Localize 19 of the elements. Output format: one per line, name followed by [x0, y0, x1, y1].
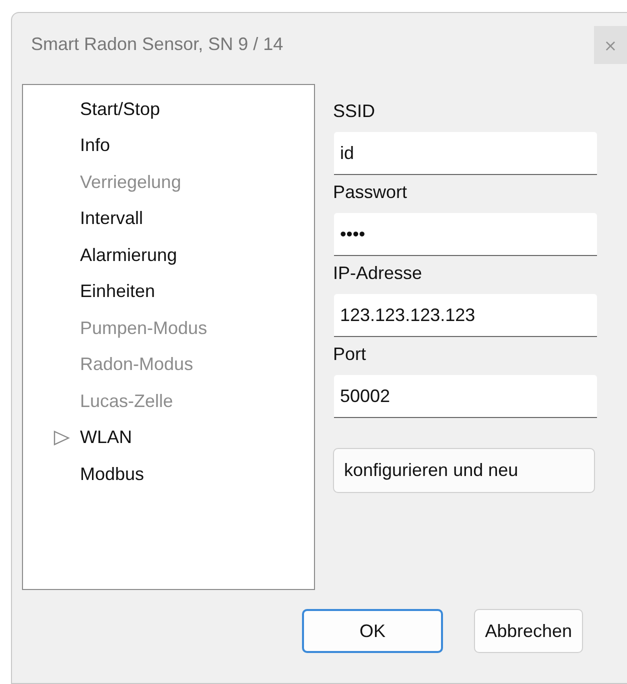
field-label: Port [333, 343, 368, 366]
ok-button[interactable]: OK [302, 609, 443, 653]
list-item[interactable]: Info [80, 135, 110, 156]
input-field[interactable]: id [334, 132, 597, 175]
field-label: SSID [333, 100, 376, 123]
list-item[interactable]: Alarmierung [80, 244, 178, 266]
input-field[interactable]: 123.123.123.123 [334, 294, 597, 337]
input-field[interactable]: 50002 [334, 375, 597, 418]
configure-button[interactable]: konfigurieren und neu [333, 448, 595, 493]
field-label: Passwort [333, 181, 408, 204]
window-title: Smart Radon Sensor, SN 9 / 14 [31, 34, 284, 54]
list-item[interactable]: Start/Stop [80, 98, 160, 120]
list-item[interactable]: Einheiten [80, 281, 156, 302]
input-field[interactable]: •••• [334, 213, 597, 256]
list-item[interactable]: Modbus [80, 464, 144, 485]
list-item[interactable]: WLAN [80, 427, 132, 448]
list-item[interactable]: Intervall [80, 208, 144, 230]
cancel-button[interactable]: Abbrechen [474, 609, 584, 653]
field-label: IP-Adresse [333, 262, 424, 285]
